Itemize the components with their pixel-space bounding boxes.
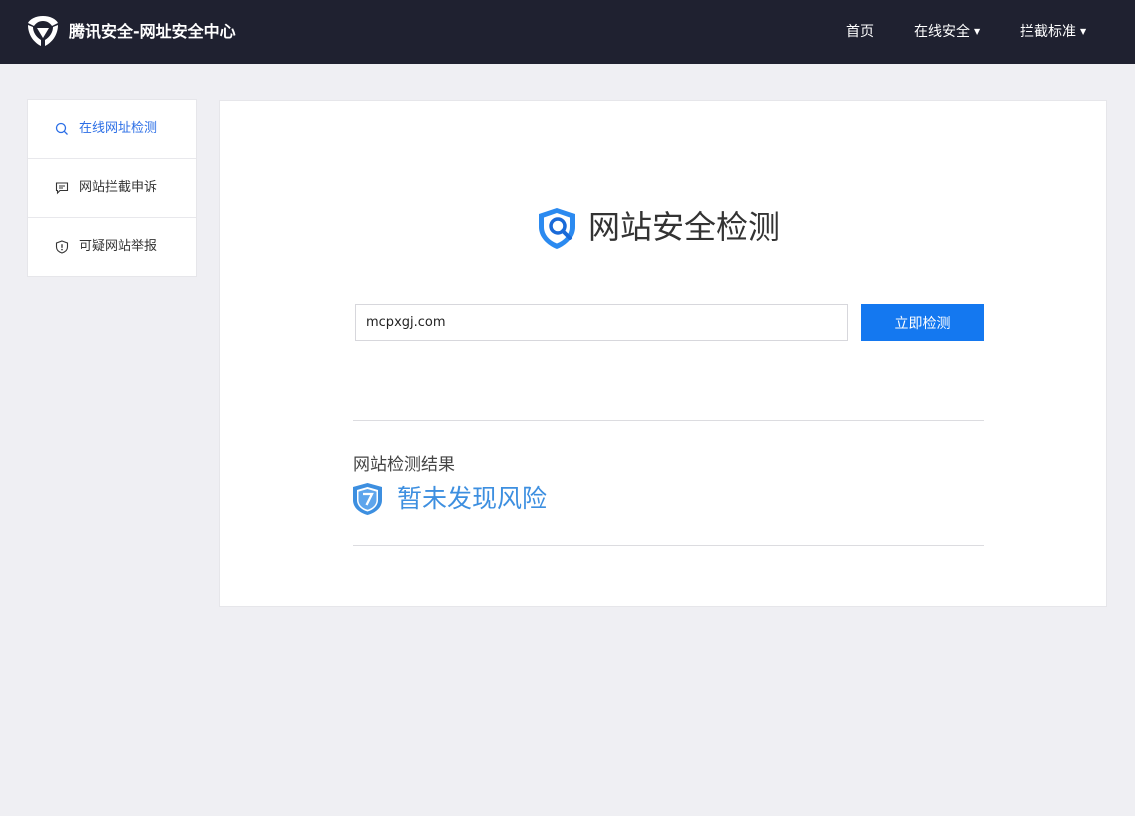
tencent-security-logo-icon[interactable] [26, 14, 60, 48]
nav-home-label: 首页 [846, 24, 874, 40]
brand-title[interactable]: 腾讯安全-网址安全中心 [69, 20, 236, 44]
sidebar-item-label: 可疑网站举报 [79, 239, 158, 254]
sidebar-item-label: 在线网址检测 [79, 121, 158, 136]
caret-down-icon: ▼ [1080, 27, 1087, 36]
page-title: 网站安全检测 [588, 208, 781, 246]
search-icon [55, 122, 68, 135]
divider [353, 545, 984, 546]
shield-safe-icon [353, 483, 382, 515]
main-panel: 网站安全检测 立即检测 网站检测结果 暂未发现风险 [219, 100, 1107, 607]
divider [353, 420, 984, 421]
sidebar-item-url-check[interactable]: 在线网址检测 [28, 100, 196, 159]
result-label: 网站检测结果 [353, 455, 455, 475]
top-navbar: 腾讯安全-网址安全中心 首页 在线安全 ▼ 拦截标准 ▼ [0, 0, 1135, 64]
sidebar-item-block-appeal[interactable]: 网站拦截申诉 [28, 159, 196, 218]
nav-block-standard-label: 拦截标准 [1020, 24, 1076, 40]
sidebar: 在线网址检测 网站拦截申诉 可疑网站举报 [27, 99, 197, 277]
nav-home[interactable]: 首页 [846, 20, 874, 44]
result-status: 暂未发现风险 [397, 484, 548, 513]
nav-online-security-label: 在线安全 [914, 24, 970, 40]
shield-search-icon [539, 208, 575, 249]
check-now-button[interactable]: 立即检测 [861, 304, 984, 341]
nav-block-standard[interactable]: 拦截标准 ▼ [1020, 20, 1086, 44]
shield-alert-icon [55, 240, 69, 254]
url-input[interactable] [355, 304, 848, 341]
nav-online-security[interactable]: 在线安全 ▼ [914, 20, 980, 44]
message-icon [55, 182, 69, 195]
sidebar-item-report-site[interactable]: 可疑网站举报 [28, 218, 196, 277]
sidebar-item-label: 网站拦截申诉 [79, 180, 158, 195]
caret-down-icon: ▼ [974, 27, 981, 36]
